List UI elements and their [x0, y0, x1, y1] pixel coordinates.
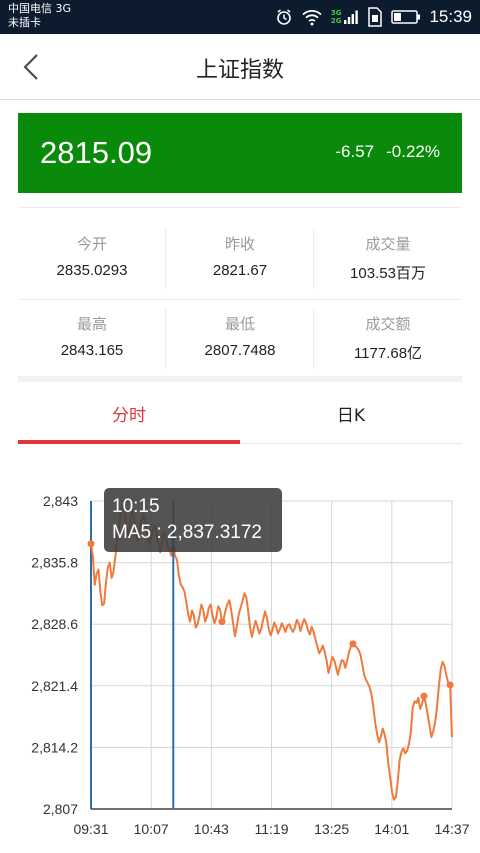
change-value: -6.57: [335, 142, 375, 161]
app-header: 上证指数: [0, 34, 480, 100]
signal-icon: [344, 10, 359, 24]
stat-value: 2821.67: [212, 262, 268, 279]
y-tick-label: 2,807: [43, 801, 78, 817]
stat-open: 今开 2835.0293: [18, 215, 166, 279]
stat-label: 最低: [224, 315, 255, 333]
stat-label: 昨收: [224, 235, 255, 253]
x-tick-label: 10:43: [194, 821, 229, 837]
x-tick-label: 14:37: [434, 821, 469, 837]
carrier-info: 中国电信 3G 未插卡: [8, 2, 71, 30]
stat-row-divider: [18, 299, 462, 300]
stat-value: 103.53百万: [350, 265, 426, 282]
stat-label: 最高: [76, 315, 107, 333]
data-point: [420, 692, 428, 700]
stat-value: 2807.7488: [204, 342, 276, 359]
stat-divider: [313, 229, 314, 289]
alarm-icon: [277, 9, 291, 25]
stat-low: 最低 2807.7488: [166, 295, 314, 359]
data-point: [349, 640, 357, 648]
clock-time: 15:39: [429, 7, 472, 26]
carrier-name: 中国电信 3G: [8, 2, 72, 15]
network-3g-label: 3G: [330, 9, 342, 17]
stat-high: 最高 2843.165: [18, 295, 166, 359]
stats-top-divider: [18, 207, 462, 208]
stat-label: 成交量: [365, 235, 411, 253]
data-point: [446, 681, 454, 689]
price-panel: 2815.09 -6.57 -0.22%: [18, 113, 462, 193]
price-change: -6.57 -0.22%: [323, 142, 440, 162]
battery-icon: [391, 10, 421, 24]
y-tick-label: 2,828.6: [31, 616, 78, 632]
x-tick-label: 10:07: [134, 821, 169, 837]
stat-divider: [165, 229, 166, 289]
sim-icon: [368, 7, 383, 27]
sim-status: 未插卡: [8, 16, 41, 29]
x-tick-label: 14:01: [374, 821, 409, 837]
network-2g-label: 2G: [330, 17, 342, 25]
tab-daily-k[interactable]: 日K: [240, 382, 462, 444]
chart-tabs: 分时 日K: [18, 382, 462, 444]
stat-volume: 成交量 103.53百万: [314, 215, 462, 283]
network-type: 3G 2G: [331, 9, 360, 25]
chart-tooltip: 10:15 MA5 : 2,837.3172: [104, 488, 282, 552]
status-icons: 3G 2G 15:39: [275, 0, 472, 34]
current-price: 2815.09: [40, 135, 153, 170]
tab-intraday[interactable]: 分时: [18, 382, 240, 444]
stats-grid: 今开 2835.0293 昨收 2821.67 成交量 103.53百万 最高 …: [18, 215, 462, 377]
data-point: [87, 540, 95, 548]
y-tick-label: 2,814.2: [31, 739, 78, 755]
y-tick-label: 2,835.8: [31, 555, 78, 571]
change-percent: -0.22%: [386, 142, 440, 161]
stat-divider: [313, 309, 314, 369]
wifi-icon: [302, 10, 322, 26]
stat-divider: [165, 309, 166, 369]
stat-label: 成交额: [365, 315, 411, 333]
page-title: 上证指数: [195, 58, 284, 83]
x-tick-label: 11:19: [255, 821, 289, 837]
status-bar: 中国电信 3G 未插卡 3G 2G 15:39: [0, 0, 480, 34]
tab-active-indicator: [18, 440, 240, 444]
stat-label: 今开: [76, 235, 107, 253]
tooltip-time: 10:15: [112, 496, 160, 517]
y-tick-label: 2,821.4: [31, 678, 78, 694]
stat-prev-close: 昨收 2821.67: [166, 215, 314, 279]
stat-value: 2843.165: [60, 342, 124, 359]
y-tick-label: 2,843: [43, 493, 78, 509]
data-point: [218, 618, 226, 626]
stat-value: 2835.0293: [56, 262, 128, 279]
stat-turnover: 成交额 1177.68亿: [314, 295, 462, 363]
x-tick-label: 09:31: [73, 821, 108, 837]
tooltip-value: MA5 : 2,837.3172: [112, 522, 262, 543]
x-tick-label: 13:25: [314, 821, 349, 837]
stat-value: 1177.68亿: [353, 345, 423, 362]
